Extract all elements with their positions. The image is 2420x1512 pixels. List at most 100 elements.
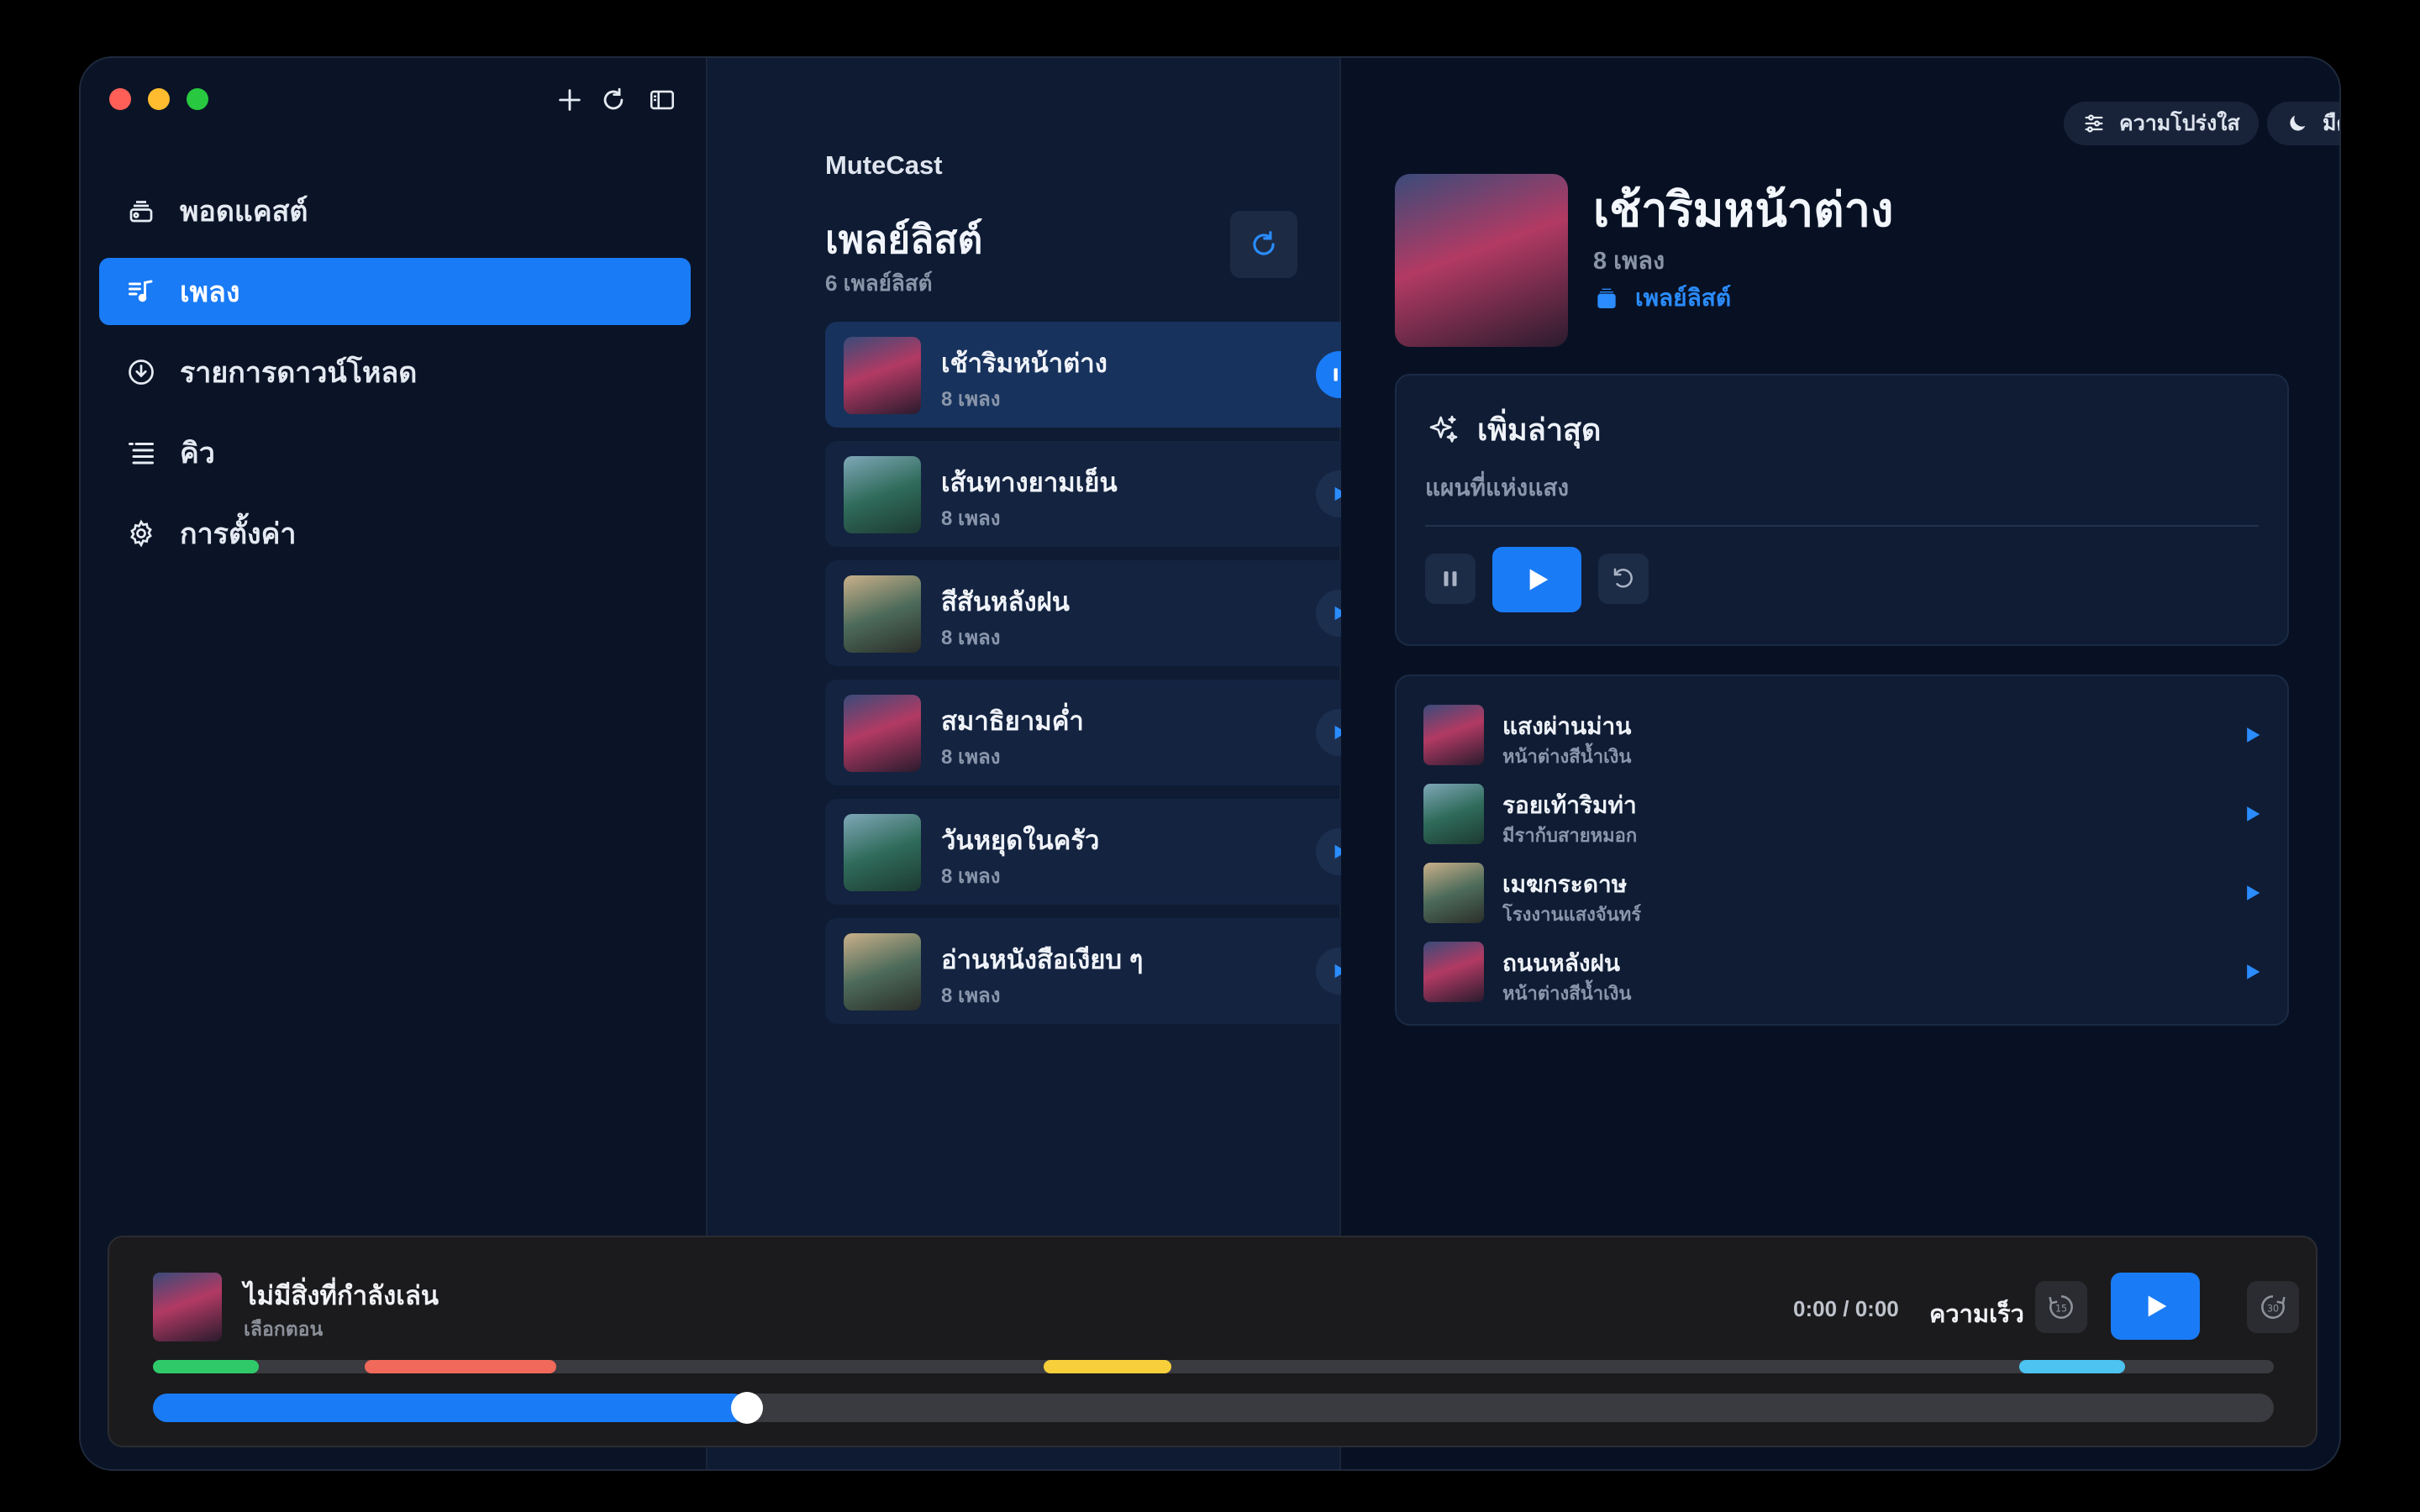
sidebar-item-music[interactable]: เพลง [99,258,691,325]
play-icon [1529,569,1549,591]
playlist-track-count: 8 เพลง [1593,248,1665,275]
svg-text:30: 30 [2267,1304,2279,1315]
transparency-toggle[interactable]: ความโปร่งใส [2064,102,2259,145]
undo-icon [1613,568,1633,588]
sidebar-nav: พอดแคสต์ เพลง รายการดาวน์โหลด คิว การตั้… [99,177,691,580]
playlist-name: วันหยุดในครัว [941,826,1100,855]
zoom-window-button[interactable] [187,88,208,110]
track-artist: หน้าต่างสีน้ำเงิน [1502,983,1632,1004]
chapter-markers[interactable] [153,1360,2274,1373]
playlist-thumbnail [844,575,921,653]
skip-back-15-icon: 15 [2049,1295,2073,1319]
playlist-stack-icon [1597,288,1616,308]
playlist-item[interactable]: สีสันหลังฝน 8 เพลง [825,560,1381,666]
recently-added-card: เพิ่มล่าสุด แผนที่แห่งแสง [1395,374,2289,646]
playlist-thumbnail [844,814,921,891]
speed-button[interactable]: ความเร็ว [1929,1294,2024,1333]
moon-icon [2290,115,2306,131]
now-playing-title: ไม่มีสิ่งที่กำลังเล่น [244,1281,439,1310]
sidebar-item-label: คิว [180,438,215,470]
play-button[interactable] [1492,547,1581,612]
playlist-item[interactable]: อ่านหนังสือเงียบ ๆ 8 เพลง [825,918,1381,1024]
playlist-item[interactable]: สมาธิยามค่ำ 8 เพลง [825,680,1381,785]
pause-button[interactable] [1425,554,1476,604]
playlist-item[interactable]: เส้นทางยามเย็น 8 เพลง [825,441,1381,547]
recently-added-title: เพิ่มล่าสุด [1427,406,1601,454]
sidebar-item-settings[interactable]: การตั้งค่า [99,500,691,567]
svg-text:15: 15 [2055,1304,2067,1315]
playlist-link-label: เพลย์ลิสต์ [1635,285,1732,311]
progress-knob[interactable] [730,1392,763,1424]
now-playing-artwork [153,1273,222,1341]
play-icon[interactable] [2240,723,2264,747]
track-artwork [1423,705,1484,765]
chapter-marker[interactable] [1044,1360,1171,1373]
playlist-title: เช้าริมหน้าต่าง [1593,183,1894,236]
skip-forward-button[interactable]: 30 [2247,1281,2299,1333]
track-artist: หน้าต่างสีน้ำเงิน [1502,746,1632,767]
download-icon [124,355,158,389]
sidebar-item-label: รายการดาวน์โหลด [180,357,418,389]
playlist-track-count: 8 เพลง [941,865,1001,888]
sidebar-item-podcasts[interactable]: พอดแคสต์ [99,177,691,244]
track-artwork [1423,942,1484,1002]
chapter-marker[interactable] [153,1360,260,1373]
track-artist: โรงงานแสงจันทร์ [1502,904,1642,925]
playlist-track-count: 8 เพลง [941,627,1001,649]
playlist-item[interactable]: เช้าริมหน้าต่าง 8 เพลง [825,322,1381,428]
queue-icon [124,436,158,470]
playlist-thumbnail [844,337,921,414]
playlist-track-count: 8 เพลง [941,746,1001,769]
track-artist: มีราก้บสายหมอก [1502,825,1638,846]
playlist-name: เช้าริมหน้าต่าง [941,349,1107,378]
recently-added-subtitle: แผนที่แห่งแสง [1425,475,1570,501]
sidebar-item-label: พอดแคสต์ [180,196,308,228]
close-window-button[interactable] [109,88,131,110]
play-icon[interactable] [2240,802,2264,826]
track-name: ถนนหลังฝน [1502,950,1621,976]
podcast-icon [124,194,158,228]
app-name: MuteCast [825,150,943,180]
skip-forward-30-icon: 30 [2261,1295,2286,1319]
track-row[interactable]: เมฆกระดาษโรงงานแสงจันทร์ [1423,858,2264,925]
track-row[interactable]: แสงผ่านม่าน หน้าต่างสีน้ำเงิน [1423,700,2264,767]
skip-back-button[interactable]: 15 [2035,1281,2087,1333]
playlist-thumbnail [844,456,921,533]
track-name: เมฆกระดาษ [1502,871,1628,897]
track-row[interactable]: รอยเท้าริมท่า มีราก้บสายหมอก [1423,779,2264,846]
sidebar-item-queue[interactable]: คิว [99,419,691,486]
playlist-link[interactable]: เพลย์ลิสต์ [1593,280,1731,317]
playlist-name: เส้นทางยามเย็น [941,468,1118,497]
add-icon[interactable] [553,83,587,117]
pause-icon [1444,571,1457,586]
refresh-icon[interactable] [597,83,630,117]
gear-icon [124,517,158,550]
playlist-thumbnail [844,695,921,772]
chapter-marker[interactable] [2019,1360,2126,1373]
minimize-window-button[interactable] [148,88,170,110]
rewind-button[interactable] [1598,554,1649,604]
track-artwork [1423,784,1484,844]
page-title: เพลย์ลิสต์ [825,218,983,261]
playlist-name: สีสันหลังฝน [941,587,1070,617]
main-play-button[interactable] [2111,1273,2200,1340]
playlist-name: อ่านหนังสือเงียบ ๆ [941,945,1144,974]
playlist-track-count: 8 เพลง [941,507,1001,530]
playlist-cover [1395,174,1568,347]
sidebar-item-downloads[interactable]: รายการดาวน์โหลด [99,339,691,406]
chapter-marker[interactable] [365,1360,556,1373]
play-icon [2148,1295,2167,1317]
progress-slider[interactable] [153,1392,2274,1424]
playlist-item[interactable]: วันหยุดในครัว 8 เพลง [825,799,1381,905]
track-row[interactable]: ถนนหลังฝนหน้าต่างสีน้ำเงิน [1423,937,2264,1004]
theme-toggle[interactable]: มืด [2267,102,2339,145]
sidebar-toggle-icon[interactable] [645,83,679,117]
refresh-playlists-button[interactable] [1230,211,1297,278]
playlist-thumbnail [844,933,921,1011]
music-icon [124,275,158,308]
sparkles-icon [1429,415,1458,443]
play-icon[interactable] [2240,960,2264,984]
playlist-list: เช้าริมหน้าต่าง 8 เพลง เส้นทางยามเย็น 8 เพล… [825,322,1381,1037]
playlist-track-count: 8 เพลง [941,388,1001,411]
play-icon[interactable] [2240,881,2264,905]
